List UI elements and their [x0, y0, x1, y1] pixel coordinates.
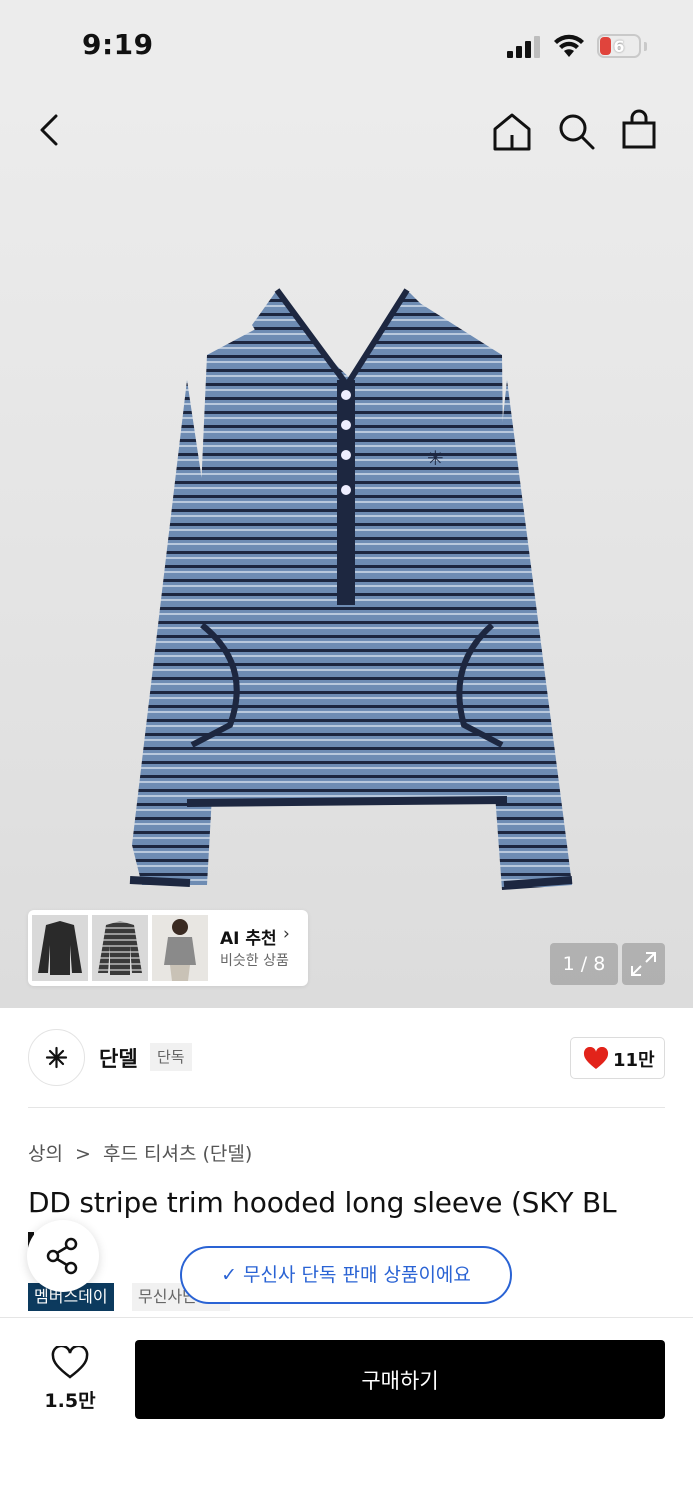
product-title: DD stripe trim hooded long sleeve (SKY B… [28, 1186, 617, 1219]
recommend-thumbnail[interactable] [32, 915, 88, 981]
breadcrumb-subcategory[interactable]: 후드 티셔츠 (단델) [103, 1143, 252, 1165]
status-time: 9:19 [82, 28, 154, 61]
image-counter: 1 / 8 [550, 943, 618, 985]
product-gallery[interactable]: ✳ AI 추천 › 비슷한 상품 1 / 8 [0, 90, 693, 1008]
battery-icon: 6 [597, 34, 641, 58]
toast-text: 무신사 단독 판매 상품이에요 [243, 1264, 471, 1286]
status-bar: 9:19 6 [0, 0, 693, 90]
search-icon[interactable] [555, 110, 597, 152]
svg-text:✳: ✳ [427, 446, 444, 470]
signal-icon [507, 36, 540, 58]
exclusive-toast: ✓ 무신사 단독 판매 상품이에요 [180, 1246, 512, 1304]
battery-level: 6 [613, 37, 625, 56]
home-icon[interactable] [490, 110, 534, 154]
exclusive-tag: 단독 [150, 1043, 192, 1071]
product-image: ✳ [129, 288, 573, 890]
breadcrumb-category[interactable]: 상의 [28, 1143, 63, 1165]
divider [28, 1107, 665, 1108]
check-icon: ✓ [221, 1264, 238, 1286]
ai-recommend-title: AI 추천 [220, 929, 277, 949]
expand-button[interactable] [622, 943, 665, 985]
brand-logo[interactable] [28, 1029, 85, 1086]
expand-icon [631, 952, 656, 976]
battery-tip [644, 42, 647, 51]
back-icon[interactable] [30, 110, 70, 150]
recommend-thumbnail[interactable] [152, 915, 208, 981]
share-button[interactable] [27, 1220, 99, 1292]
brand-like-count: 11만 [613, 1050, 655, 1071]
breadcrumb: 상의 > 후드 티셔츠 (단델) [28, 1139, 258, 1166]
share-icon [46, 1237, 78, 1275]
ai-recommend-card[interactable]: AI 추천 › 비슷한 상품 [28, 910, 308, 986]
heart-filled-icon [583, 1047, 609, 1069]
bottom-action-bar: 1.5만 구매하기 [0, 1317, 693, 1500]
heart-outline-icon[interactable] [51, 1346, 89, 1380]
buy-button[interactable]: 구매하기 [135, 1340, 665, 1419]
brand-name[interactable]: 단델 [99, 1043, 138, 1073]
chevron-right-icon: › [283, 924, 290, 944]
brand-like-button[interactable]: 11만 [570, 1037, 665, 1079]
shopping-bag-icon[interactable] [618, 108, 660, 152]
breadcrumb-separator: > [75, 1143, 91, 1165]
ai-recommend-subtitle: 비슷한 상품 [220, 953, 289, 969]
recommend-thumbnail[interactable] [92, 915, 148, 981]
wifi-icon [554, 34, 584, 57]
wish-count: 1.5만 [44, 1390, 96, 1412]
